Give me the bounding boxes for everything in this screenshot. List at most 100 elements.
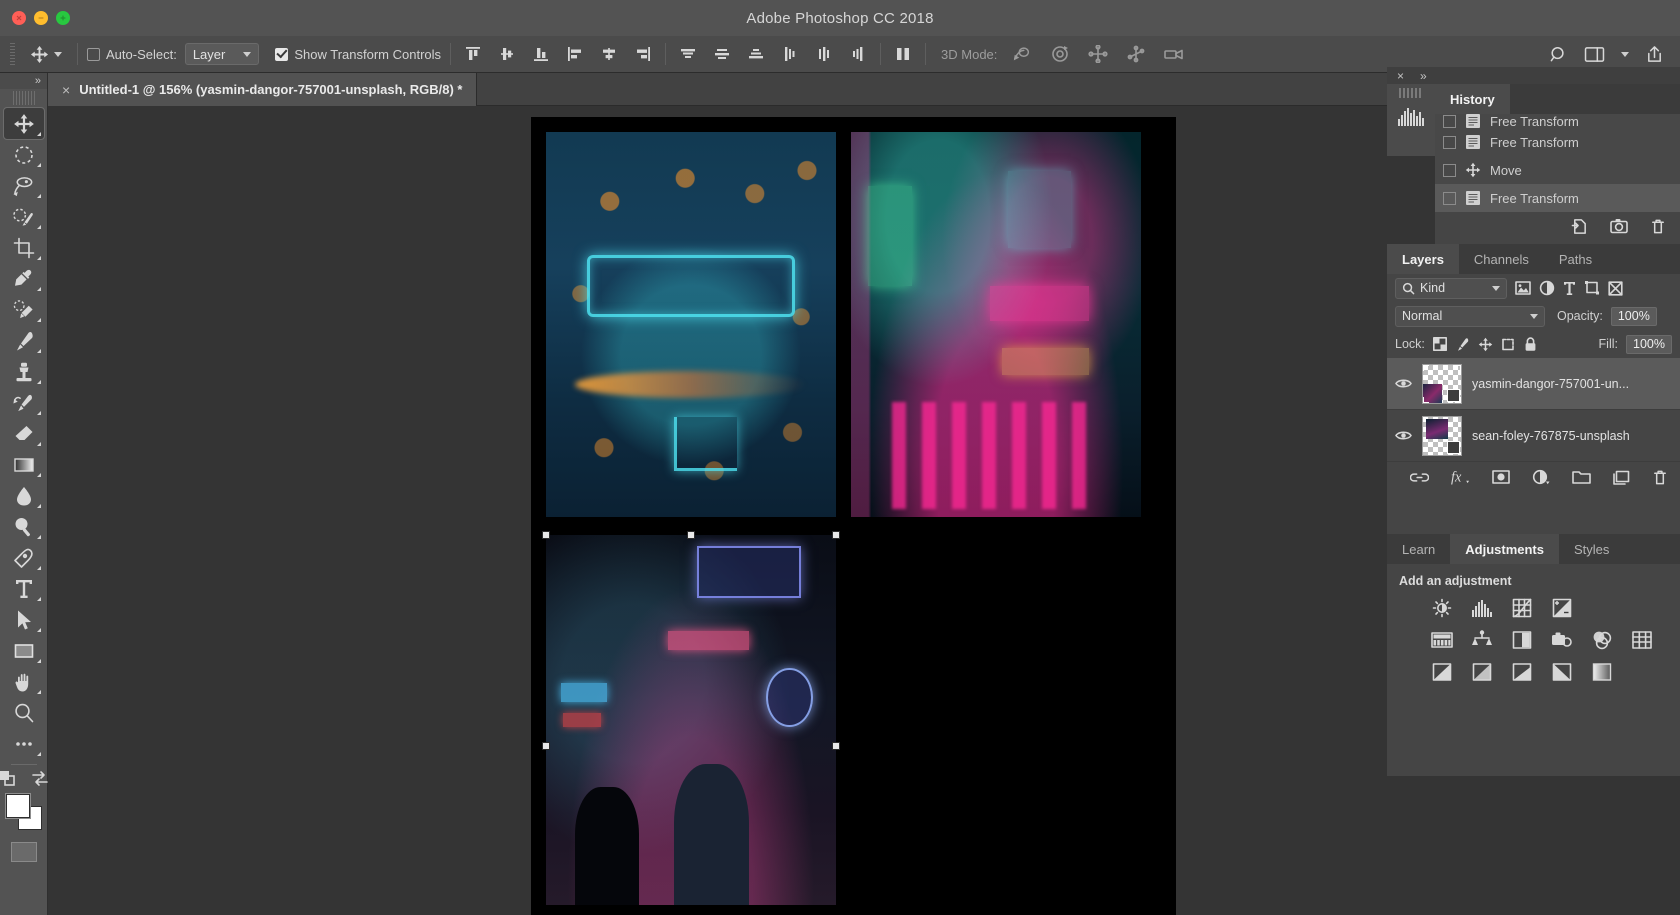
selective-color-icon[interactable] xyxy=(1551,662,1573,682)
lock-artboard-icon[interactable] xyxy=(1501,337,1516,352)
gradient-map-icon[interactable] xyxy=(1591,662,1613,682)
close-icon[interactable]: × xyxy=(62,82,70,98)
layer-thumbnail[interactable] xyxy=(1422,363,1462,404)
tab-history[interactable]: History xyxy=(1435,84,1510,114)
auto-select-dropdown[interactable]: Layer xyxy=(184,43,260,65)
pen-tool[interactable] xyxy=(4,542,44,573)
photo-filter-icon[interactable] xyxy=(1551,630,1573,650)
fill-field[interactable]: 100% xyxy=(1626,334,1672,354)
posterize-icon[interactable] xyxy=(1471,662,1493,682)
history-item[interactable]: Free Transform xyxy=(1435,128,1680,156)
shape-layer-filter-icon[interactable] xyxy=(1584,280,1600,296)
history-item[interactable]: Move xyxy=(1435,156,1680,184)
black-white-icon[interactable] xyxy=(1511,630,1533,650)
spot-healing-brush-tool[interactable] xyxy=(4,294,44,325)
layer-visibility-toggle[interactable] xyxy=(1395,377,1412,390)
neon-fun-smileys-photo[interactable] xyxy=(546,132,836,517)
lock-position-icon[interactable] xyxy=(1478,337,1493,352)
clone-stamp-tool[interactable] xyxy=(4,356,44,387)
lock-transparent-pixels-icon[interactable] xyxy=(1432,337,1447,351)
screen-mode-icon[interactable] xyxy=(31,770,49,788)
blur-tool[interactable] xyxy=(4,480,44,511)
layer-filter-kind-dropdown[interactable]: Kind xyxy=(1395,277,1507,299)
pan-3d-icon[interactable] xyxy=(1085,42,1111,66)
crop-tool[interactable] xyxy=(4,232,44,263)
layer-style-fx-icon[interactable]: fx xyxy=(1451,469,1470,485)
share-icon[interactable] xyxy=(1645,45,1664,64)
move-tool[interactable] xyxy=(2,107,45,140)
invert-icon[interactable] xyxy=(1431,662,1453,682)
levels-icon[interactable] xyxy=(1471,598,1493,618)
neon-hongkong-street-photo[interactable] xyxy=(851,132,1141,517)
layer-mask-icon[interactable] xyxy=(1492,470,1510,484)
new-layer-icon[interactable] xyxy=(1613,470,1630,485)
distribute-left-edges-icon[interactable] xyxy=(777,42,803,66)
align-left-edges-icon[interactable] xyxy=(562,42,588,66)
delete-icon[interactable] xyxy=(1650,218,1666,235)
history-snapshot-checkbox[interactable] xyxy=(1443,114,1456,128)
align-bottom-edges-icon[interactable] xyxy=(528,42,554,66)
distribute-spacing-icon[interactable] xyxy=(890,42,916,66)
layer-visibility-toggle[interactable] xyxy=(1395,429,1412,442)
dodge-tool[interactable] xyxy=(4,511,44,542)
vibrance-icon[interactable] xyxy=(1431,630,1453,650)
smart-object-filter-icon[interactable] xyxy=(1608,280,1623,296)
rectangle-tool[interactable] xyxy=(4,635,44,666)
channel-mixer-icon[interactable] xyxy=(1591,630,1613,650)
history-list[interactable]: Free Transform Free Transform Move Free … xyxy=(1435,114,1680,212)
tab-styles[interactable]: Styles xyxy=(1559,534,1624,564)
table-row[interactable]: yasmin-dangor-757001-un... xyxy=(1387,358,1680,410)
expand-panels-icon[interactable]: » xyxy=(1420,69,1427,83)
neon-night-market-photo[interactable] xyxy=(546,535,836,905)
minimize-window-button[interactable] xyxy=(34,11,48,25)
align-horizontal-centers-icon[interactable] xyxy=(596,42,622,66)
history-snapshot-checkbox[interactable] xyxy=(1443,135,1456,149)
distribute-right-edges-icon[interactable] xyxy=(845,42,871,66)
eraser-tool[interactable] xyxy=(4,418,44,449)
distribute-top-edges-icon[interactable] xyxy=(675,42,701,66)
foreground-color-swatch[interactable] xyxy=(4,793,31,819)
orbit-3d-icon[interactable] xyxy=(1009,42,1035,66)
pixel-layer-filter-icon[interactable] xyxy=(1515,281,1531,295)
transform-handle-top-left[interactable] xyxy=(542,531,550,539)
layer-thumbnail[interactable] xyxy=(1422,415,1462,456)
tab-paths[interactable]: Paths xyxy=(1544,244,1607,274)
create-document-from-state-icon[interactable] xyxy=(1571,218,1588,235)
edit-toolbar-button[interactable] xyxy=(4,728,44,759)
lasso-tool[interactable] xyxy=(4,170,44,201)
align-vertical-centers-icon[interactable] xyxy=(494,42,520,66)
gradient-tool[interactable] xyxy=(4,449,44,480)
hand-tool[interactable] xyxy=(4,666,44,697)
histogram-icon[interactable] xyxy=(1397,106,1425,126)
tools-collapse-button[interactable]: » xyxy=(0,73,47,89)
align-right-edges-icon[interactable] xyxy=(630,42,656,66)
brush-tool[interactable] xyxy=(4,325,44,356)
delete-layer-icon[interactable] xyxy=(1652,469,1668,486)
chevron-down-icon[interactable] xyxy=(1621,51,1629,57)
type-tool[interactable] xyxy=(4,573,44,604)
camera-3d-icon[interactable] xyxy=(1161,42,1187,66)
new-fill-adjustment-icon[interactable] xyxy=(1532,469,1550,485)
collapsed-panel-rail[interactable] xyxy=(1387,84,1435,156)
transform-handle-top-center[interactable] xyxy=(687,531,695,539)
slide-3d-icon[interactable] xyxy=(1123,42,1149,66)
layer-name[interactable]: sean-foley-767875-unsplash xyxy=(1472,429,1630,443)
threshold-icon[interactable] xyxy=(1511,662,1533,682)
maximize-window-button[interactable] xyxy=(56,11,70,25)
distribute-horizontal-centers-icon[interactable] xyxy=(811,42,837,66)
path-selection-tool[interactable] xyxy=(4,604,44,635)
close-window-button[interactable] xyxy=(12,11,26,25)
search-icon[interactable] xyxy=(1549,45,1568,64)
foreground-background-colors[interactable] xyxy=(4,793,42,830)
transform-handle-middle-right[interactable] xyxy=(832,742,840,750)
history-snapshot-checkbox[interactable] xyxy=(1443,191,1456,205)
hue-saturation-icon[interactable] xyxy=(1471,630,1493,650)
tools-panel-grip[interactable] xyxy=(12,91,35,105)
workspace-layout-icon[interactable] xyxy=(1584,46,1605,63)
roll-3d-icon[interactable] xyxy=(1047,42,1073,66)
align-top-edges-icon[interactable] xyxy=(460,42,486,66)
rail-grip[interactable] xyxy=(1399,88,1423,98)
marquee-tool[interactable] xyxy=(4,139,44,170)
history-snapshot-checkbox[interactable] xyxy=(1443,163,1456,177)
history-item-active[interactable]: Free Transform xyxy=(1435,184,1680,212)
